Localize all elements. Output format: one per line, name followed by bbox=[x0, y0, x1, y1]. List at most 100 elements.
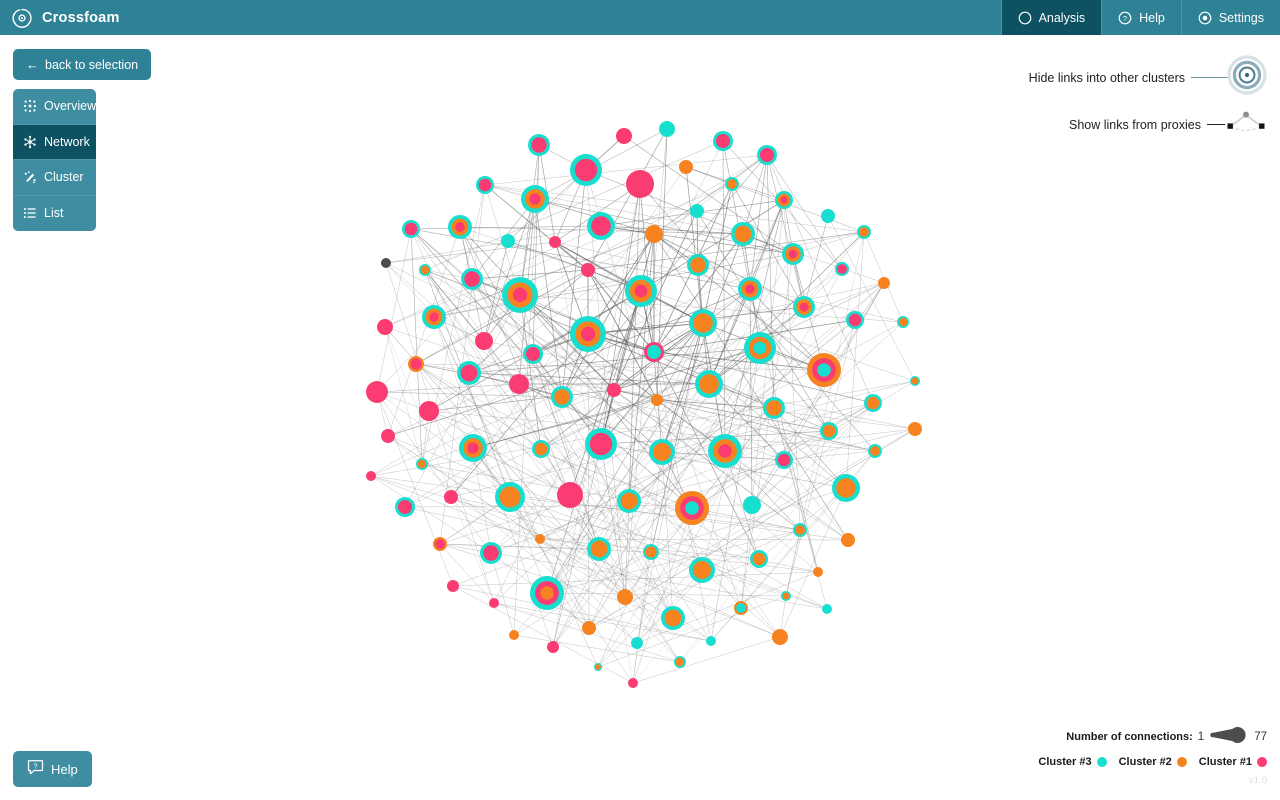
graph-node[interactable] bbox=[782, 243, 804, 265]
help-button[interactable]: ? Help bbox=[13, 751, 92, 787]
graph-node[interactable] bbox=[731, 222, 755, 246]
graph-node[interactable] bbox=[644, 342, 664, 362]
graph-node[interactable] bbox=[585, 428, 617, 460]
graph-node[interactable] bbox=[616, 128, 632, 144]
graph-node[interactable] bbox=[475, 332, 493, 350]
graph-node[interactable] bbox=[695, 370, 723, 398]
graph-node[interactable] bbox=[793, 523, 807, 537]
graph-node[interactable] bbox=[395, 497, 415, 517]
graph-node[interactable] bbox=[738, 277, 762, 301]
graph-node[interactable] bbox=[419, 401, 439, 421]
graph-node[interactable] bbox=[687, 254, 709, 276]
back-to-selection-button[interactable]: ← back to selection bbox=[13, 49, 152, 80]
graph-node[interactable] bbox=[422, 305, 446, 329]
graph-node[interactable] bbox=[570, 154, 602, 186]
graph-node[interactable] bbox=[366, 471, 376, 481]
graph-node[interactable] bbox=[897, 316, 909, 328]
graph-node[interactable] bbox=[763, 397, 785, 419]
graph-node[interactable] bbox=[675, 491, 709, 525]
sidebar-item-network[interactable]: Network bbox=[13, 124, 96, 160]
graph-node[interactable] bbox=[476, 176, 494, 194]
sidebar-item-cluster[interactable]: Cluster bbox=[13, 160, 96, 196]
graph-node[interactable] bbox=[868, 444, 882, 458]
option-show-links-from-proxies[interactable]: Show links from proxies bbox=[1069, 108, 1267, 141]
sidebar-item-overview[interactable]: Overview bbox=[13, 89, 96, 125]
graph-node[interactable] bbox=[846, 311, 864, 329]
graph-node[interactable] bbox=[444, 490, 458, 504]
graph-node[interactable] bbox=[547, 641, 559, 653]
network-graph-svg[interactable] bbox=[0, 35, 1280, 800]
graph-node[interactable] bbox=[528, 134, 550, 156]
graph-node[interactable] bbox=[857, 225, 871, 239]
graph-node[interactable] bbox=[381, 258, 391, 268]
graph-node[interactable] bbox=[631, 637, 643, 649]
graph-node[interactable] bbox=[743, 496, 761, 514]
graph-node[interactable] bbox=[725, 177, 739, 191]
concentric-target-icon[interactable] bbox=[1227, 55, 1267, 100]
graph-node[interactable] bbox=[744, 332, 776, 364]
graph-node[interactable] bbox=[509, 630, 519, 640]
graph-node[interactable] bbox=[661, 606, 685, 630]
legend-cluster-3[interactable]: Cluster #3 bbox=[1038, 756, 1107, 768]
graph-node[interactable] bbox=[674, 656, 686, 668]
graph-node[interactable] bbox=[521, 185, 549, 213]
graph-node[interactable] bbox=[535, 534, 545, 544]
graph-node[interactable] bbox=[713, 131, 733, 151]
graph-node[interactable] bbox=[750, 550, 768, 568]
sidebar-item-list[interactable]: List bbox=[13, 196, 96, 232]
graph-node[interactable] bbox=[459, 434, 487, 462]
graph-node[interactable] bbox=[495, 482, 525, 512]
network-graph-canvas[interactable] bbox=[0, 35, 1280, 800]
graph-node[interactable] bbox=[402, 220, 420, 238]
graph-node[interactable] bbox=[377, 319, 393, 335]
graph-node[interactable] bbox=[841, 533, 855, 547]
graph-node[interactable] bbox=[689, 309, 717, 337]
graph-node[interactable] bbox=[557, 482, 583, 508]
graph-node[interactable] bbox=[781, 591, 791, 601]
graph-node[interactable] bbox=[433, 537, 447, 551]
graph-node[interactable] bbox=[649, 439, 675, 465]
graph-node[interactable] bbox=[457, 361, 481, 385]
graph-node[interactable] bbox=[416, 458, 428, 470]
graph-node[interactable] bbox=[807, 353, 841, 387]
graph-node[interactable] bbox=[821, 209, 835, 223]
graph-node[interactable] bbox=[708, 434, 742, 468]
graph-node[interactable] bbox=[625, 275, 657, 307]
graph-node[interactable] bbox=[864, 394, 882, 412]
nav-analysis[interactable]: Analysis bbox=[1000, 0, 1102, 35]
graph-node[interactable] bbox=[835, 262, 849, 276]
graph-node[interactable] bbox=[532, 440, 550, 458]
graph-node[interactable] bbox=[775, 451, 793, 469]
graph-node[interactable] bbox=[679, 160, 693, 174]
graph-node[interactable] bbox=[549, 236, 561, 248]
graph-node[interactable] bbox=[793, 296, 815, 318]
graph-node[interactable] bbox=[551, 386, 573, 408]
graph-node[interactable] bbox=[607, 383, 621, 397]
nav-help[interactable]: ? Help bbox=[1101, 0, 1181, 35]
graph-node[interactable] bbox=[617, 589, 633, 605]
graph-node[interactable] bbox=[461, 268, 483, 290]
proxy-triangle-icon[interactable] bbox=[1225, 108, 1267, 141]
graph-node[interactable] bbox=[501, 234, 515, 248]
legend-cluster-2[interactable]: Cluster #2 bbox=[1119, 756, 1187, 768]
graph-node[interactable] bbox=[775, 191, 793, 209]
graph-node[interactable] bbox=[617, 489, 641, 513]
graph-node[interactable] bbox=[447, 580, 459, 592]
graph-node[interactable] bbox=[757, 145, 777, 165]
option-hide-links-into-other-clusters[interactable]: Hide links into other clusters bbox=[1029, 55, 1267, 100]
graph-node[interactable] bbox=[820, 422, 838, 440]
graph-node[interactable] bbox=[587, 212, 615, 240]
graph-node[interactable] bbox=[813, 567, 823, 577]
graph-node[interactable] bbox=[626, 170, 654, 198]
graph-node[interactable] bbox=[878, 277, 890, 289]
graph-node[interactable] bbox=[502, 277, 538, 313]
graph-node[interactable] bbox=[530, 576, 564, 610]
graph-node[interactable] bbox=[690, 204, 704, 218]
graph-node[interactable] bbox=[706, 636, 716, 646]
graph-node[interactable] bbox=[509, 374, 529, 394]
graph-node[interactable] bbox=[582, 621, 596, 635]
graph-node[interactable] bbox=[489, 598, 499, 608]
graph-node[interactable] bbox=[581, 263, 595, 277]
graph-node[interactable] bbox=[772, 629, 788, 645]
graph-node[interactable] bbox=[645, 225, 663, 243]
